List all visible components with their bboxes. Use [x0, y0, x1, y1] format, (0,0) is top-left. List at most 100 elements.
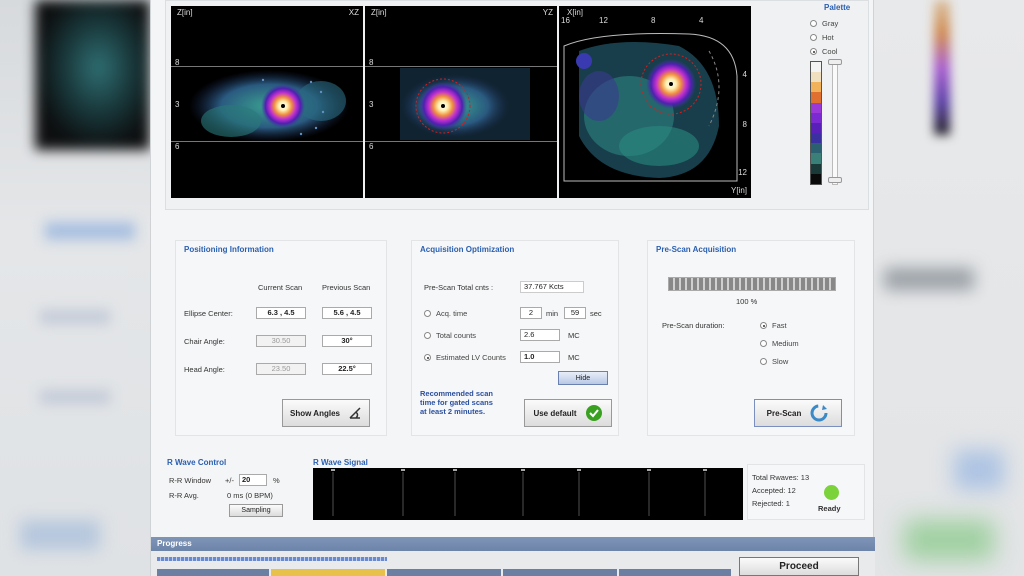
palette-option-cool[interactable]: Cool [810, 47, 837, 56]
prescan-total-label: Pre-Scan Total cnts : [424, 283, 494, 292]
progress-header: Progress [151, 537, 875, 551]
progress-step [503, 569, 617, 576]
yz-view[interactable]: Z[in] YZ 8 3 6 [365, 6, 557, 198]
rr-window-input[interactable]: 20 [239, 474, 267, 486]
angle-icon [349, 407, 361, 419]
palette-swatch [811, 102, 821, 113]
duration-slow-radio[interactable]: Slow [760, 357, 788, 366]
chair-angle-current: 30.50 [256, 335, 306, 347]
radio-selected-icon [810, 48, 817, 55]
acquisition-panel: Acquisition Optimization Pre-Scan Total … [411, 240, 619, 436]
palette-swatch [811, 82, 821, 93]
accepted-count: Accepted: 12 [752, 486, 796, 495]
status-label: Ready [818, 504, 841, 513]
palette-swatch [811, 122, 821, 134]
radio-selected-icon [424, 354, 431, 361]
head-angle-previous: 22.5° [322, 363, 372, 375]
radio-icon [760, 340, 767, 347]
prescan-panel: Pre-Scan Acquisition 100 % Pre-Scan dura… [647, 240, 855, 436]
lv-counts-input[interactable]: 1.0 [520, 351, 560, 363]
acquisition-title: Acquisition Optimization [420, 245, 515, 254]
rwave-control-panel: R Wave Control R-R Window +/- 20 % R-R A… [163, 456, 305, 522]
palette-swatch [811, 92, 821, 103]
acq-min-input[interactable]: 2 [520, 307, 542, 319]
total-counts-radio[interactable]: Total counts [424, 331, 476, 340]
hide-button[interactable]: Hide [558, 371, 608, 385]
palette-swatch [811, 112, 821, 123]
sec-unit: sec [590, 309, 602, 318]
rr-avg-label: R-R Avg. [169, 491, 199, 500]
refresh-icon [810, 404, 828, 422]
radio-icon [424, 332, 431, 339]
palette-swatch [811, 143, 821, 154]
rwave-signal-title: R Wave Signal [313, 458, 368, 467]
progress-step [157, 569, 269, 576]
ellipse-center-current[interactable]: 6.3 , 4.5 [256, 307, 306, 319]
duration-fast-radio[interactable]: Fast [760, 321, 787, 330]
image-viewer: Z[in] XZ 8 3 6 Z[in] YZ 8 3 6 16 12 8 4 … [165, 0, 869, 210]
palette-slider-top-handle[interactable] [828, 59, 842, 65]
palette-panel: Palette Gray Hot Cool [802, 1, 870, 196]
head-angle-current: 23.50 [256, 363, 306, 375]
palette-option-hot[interactable]: Hot [810, 33, 834, 42]
percent-label: % [273, 476, 280, 485]
xz-view[interactable]: Z[in] XZ 8 3 6 [171, 6, 363, 198]
head-angle-label: Head Angle: [184, 365, 225, 374]
use-default-button[interactable]: Use default [524, 399, 612, 427]
rwave-control-title: R Wave Control [167, 458, 227, 467]
prescan-duration-label: Pre-Scan duration: [662, 321, 725, 330]
palette-swatch [811, 62, 821, 73]
checkmark-icon [585, 405, 602, 421]
radio-icon [760, 358, 767, 365]
yz-scan-image [400, 68, 530, 140]
lv-counts-radio[interactable]: Estimated LV Counts [424, 353, 506, 362]
palette-swatch [811, 133, 821, 144]
prescan-title: Pre-Scan Acquisition [656, 245, 737, 254]
progress-track [157, 557, 387, 561]
app-window: Z[in] XZ 8 3 6 Z[in] YZ 8 3 6 16 12 8 4 … [150, 0, 875, 576]
acq-sec-input[interactable]: 59 [564, 307, 586, 319]
rr-window-label: R-R Window [169, 476, 212, 485]
palette-swatch [811, 173, 821, 184]
rejected-count: Rejected: 1 [752, 499, 790, 508]
total-counts-input[interactable]: 2.6 [520, 329, 560, 341]
xy-view[interactable]: 16 12 8 4 X[in] 4 8 12 Y[in] [559, 6, 751, 198]
sampling-button[interactable]: Sampling [229, 504, 283, 517]
background-left [0, 0, 150, 576]
positioning-panel: Positioning Information Current Scan Pre… [175, 240, 387, 436]
prescan-total-value: 37.767 Kcts [520, 281, 584, 293]
ellipse-center-previous: 5.6 , 4.5 [322, 307, 372, 319]
plus-minus-label: +/- [225, 476, 234, 485]
recommendation-line3: at least 2 minutes. [420, 407, 486, 416]
ellipse-center-label: Ellipse Center: [184, 309, 233, 318]
palette-title: Palette [824, 3, 851, 12]
progress-step [619, 569, 731, 576]
rwave-stats-panel: Total Rwaves: 13 Accepted: 12 Rejected: … [747, 464, 865, 520]
prescan-button[interactable]: Pre-Scan [754, 399, 842, 427]
progress-step [387, 569, 501, 576]
xz-scan-image [189, 70, 349, 142]
palette-swatch [811, 72, 821, 83]
show-angles-button[interactable]: Show Angles [282, 399, 370, 427]
xy-scan-image [563, 33, 738, 182]
acq-time-radio[interactable]: Acq. time [424, 309, 467, 318]
col-previous-header: Previous Scan [322, 283, 371, 292]
palette-slider-track[interactable] [832, 61, 838, 185]
palette-colorbar [810, 61, 822, 185]
radio-icon [810, 20, 817, 27]
positioning-title: Positioning Information [184, 245, 274, 254]
palette-swatch [811, 163, 821, 174]
progress-step-active [271, 569, 385, 576]
total-rwaves: Total Rwaves: 13 [752, 473, 810, 482]
palette-option-gray[interactable]: Gray [810, 19, 838, 28]
rwave-signal-display [313, 468, 743, 520]
palette-slider-bottom-handle[interactable] [828, 177, 842, 183]
status-indicator-icon [824, 485, 839, 500]
duration-medium-radio[interactable]: Medium [760, 339, 799, 348]
prescan-progress-bar [668, 277, 836, 291]
chair-angle-previous: 30° [322, 335, 372, 347]
progress-area: Proceed [151, 551, 875, 576]
mc-unit: MC [568, 331, 580, 340]
proceed-button[interactable]: Proceed [739, 557, 859, 576]
rr-avg-value: 0 ms (0 BPM) [227, 491, 273, 500]
